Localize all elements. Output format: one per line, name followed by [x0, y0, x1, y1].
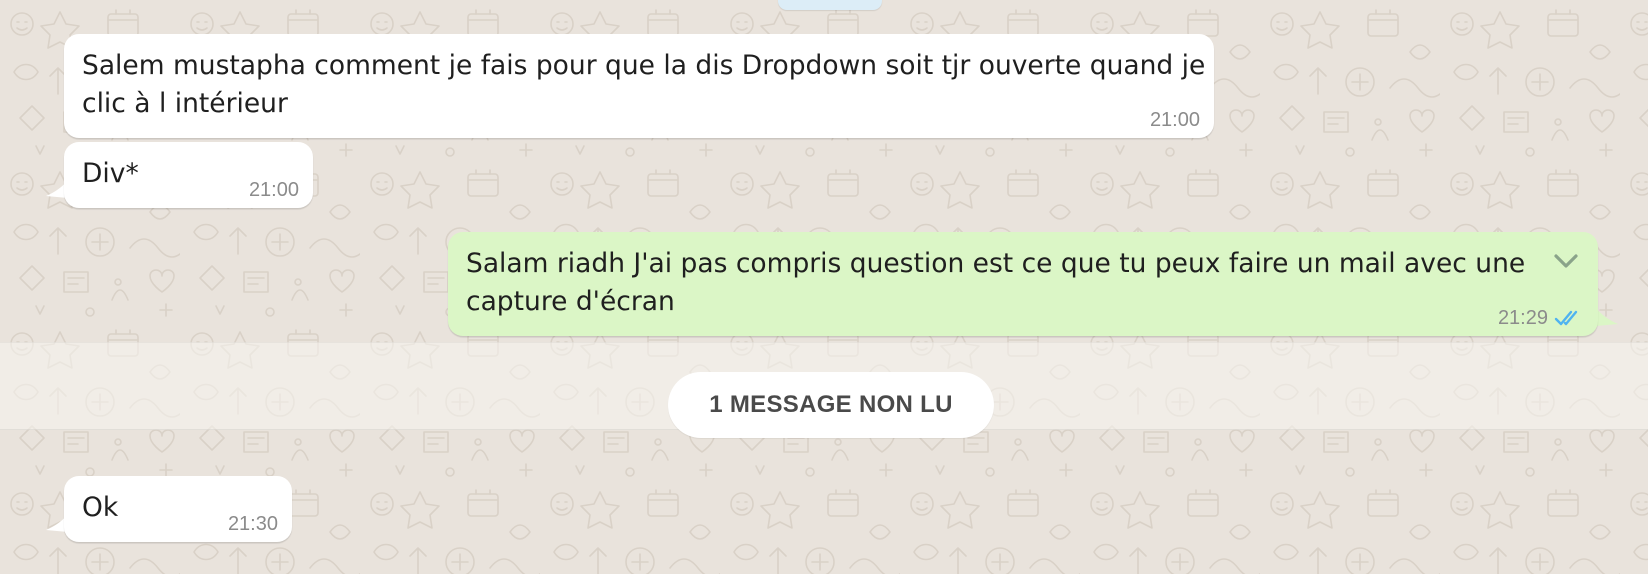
- message-line: Div*: [82, 158, 139, 189]
- chevron-down-icon[interactable]: [1552, 250, 1580, 272]
- message-meta: 21:29: [1498, 306, 1584, 330]
- message-text: Div*: [82, 155, 139, 193]
- message-time: 21:00: [1149, 109, 1200, 131]
- message-line: Ok: [82, 492, 119, 523]
- unread-count-badge: 1 MESSAGE NON LU: [668, 372, 994, 438]
- message-meta: 21:00: [1150, 108, 1200, 132]
- message-line: clic à l intérieur: [82, 88, 288, 119]
- message-time: 21:00: [248, 179, 299, 201]
- message-text: Salem mustapha comment je fais pour que …: [82, 47, 1205, 123]
- message-bubble-incoming[interactable]: Salem mustapha comment je fais pour que …: [64, 34, 1214, 138]
- message-text: Ok: [82, 489, 118, 527]
- message-bubble-incoming[interactable]: Div* 21:00: [64, 142, 313, 208]
- message-text: Salam riadh J'ai pas compris question es…: [466, 245, 1525, 321]
- message-line: Salem mustapha comment je fais pour que …: [82, 50, 1206, 81]
- message-bubble-outgoing[interactable]: Salam riadh J'ai pas compris question es…: [448, 232, 1598, 336]
- double-check-icon: [1554, 309, 1584, 327]
- message-time: 21:29: [1497, 307, 1548, 329]
- message-meta: 21:30: [228, 512, 278, 536]
- message-line: Salam riadh J'ai pas compris question es…: [466, 248, 1526, 279]
- bubble-tail: [1596, 308, 1618, 326]
- unread-label: 1 MESSAGE NON LU: [709, 391, 953, 418]
- message-time: 21:30: [227, 513, 278, 535]
- message-line: capture d'écran: [466, 286, 675, 317]
- previous-date-chip: [778, 0, 882, 10]
- message-meta: 21:00: [249, 178, 299, 202]
- message-bubble-incoming[interactable]: Ok 21:30: [64, 476, 292, 542]
